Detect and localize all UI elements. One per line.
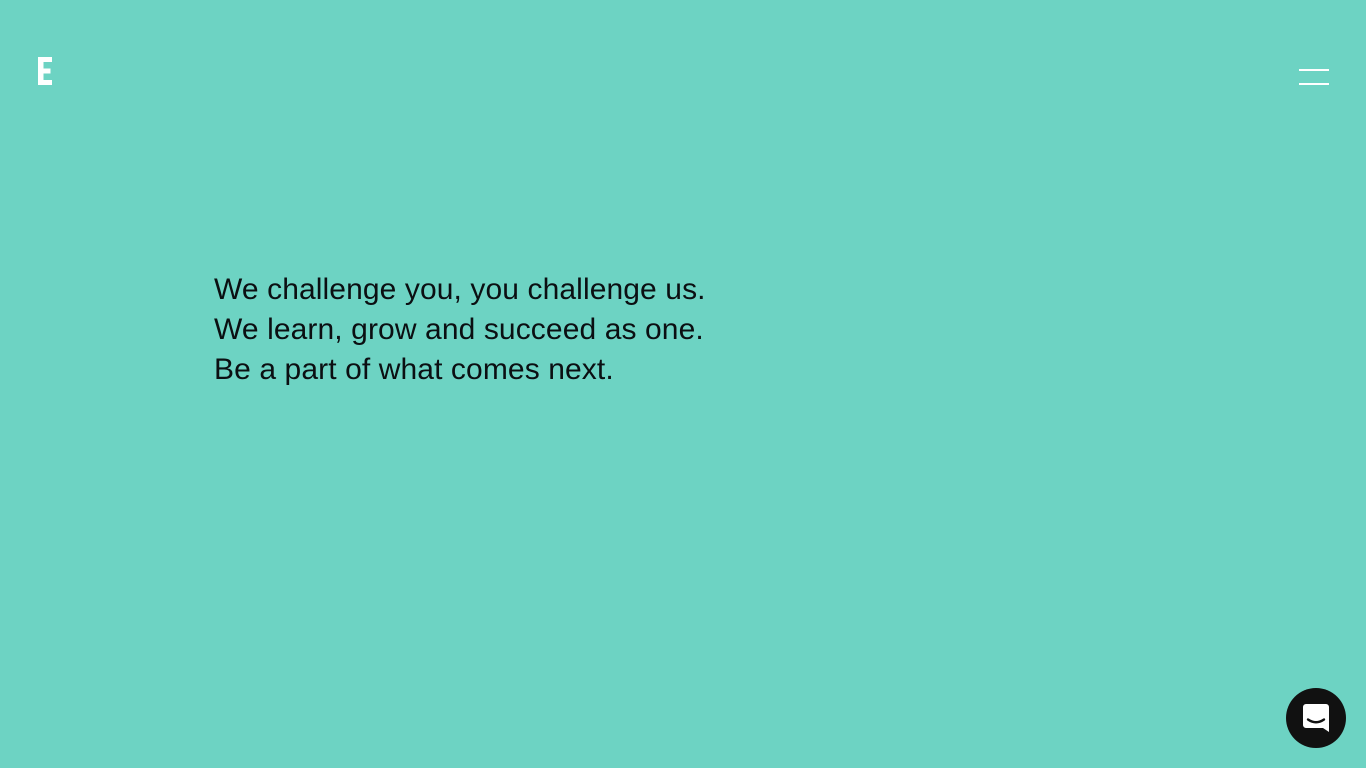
hero-line-2: We learn, grow and succeed as one.	[214, 313, 704, 346]
hamburger-menu-icon-line	[1299, 83, 1329, 85]
hero-line-1: We challenge you, you challenge us.	[214, 273, 706, 306]
hamburger-menu-icon	[1299, 69, 1329, 71]
menu-button[interactable]	[1296, 66, 1332, 90]
logo-e[interactable]	[37, 57, 53, 85]
chat-launcher-button[interactable]	[1286, 688, 1346, 748]
hero-statement: We challenge you, you challenge us. We l…	[214, 270, 706, 390]
letter-e-logo-icon	[38, 57, 52, 85]
chat-bubble-icon	[1303, 704, 1329, 732]
hero-line-3: Be a part of what comes next.	[214, 353, 614, 386]
